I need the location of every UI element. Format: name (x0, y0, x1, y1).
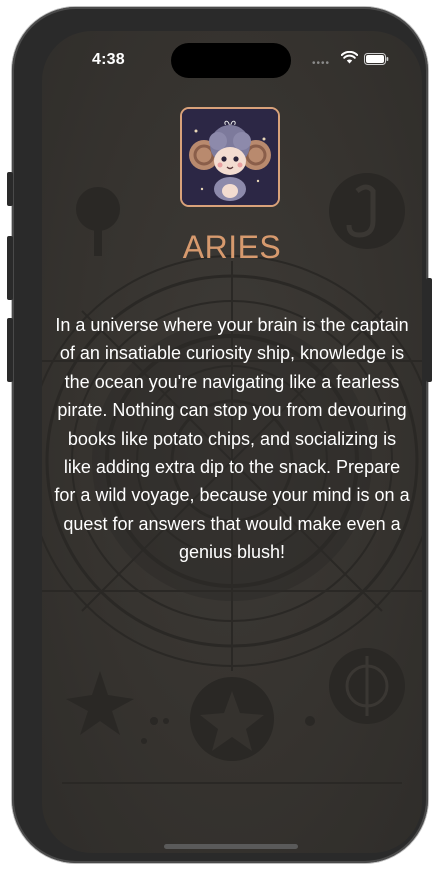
status-bar: 4:38 •••• (42, 31, 422, 87)
silent-switch (7, 172, 13, 206)
status-time: 4:38 (92, 51, 125, 68)
aries-ram-avatar-icon: ♈ (180, 107, 280, 207)
volume-up-button (7, 236, 13, 300)
battery-icon (364, 53, 389, 65)
home-indicator[interactable] (164, 844, 298, 849)
wifi-icon (341, 51, 358, 64)
sign-title: ARIES (182, 229, 282, 265)
volume-down-button (7, 318, 13, 382)
cellular-dots-icon: •••• (312, 58, 331, 69)
phone-frame: 4:38 •••• ♈ (12, 7, 428, 863)
app-screen: 4:38 •••• ♈ (42, 31, 422, 853)
power-button (426, 278, 432, 382)
dynamic-island (171, 43, 291, 78)
horoscope-reading: In a universe where your brain is the ca… (54, 315, 410, 563)
